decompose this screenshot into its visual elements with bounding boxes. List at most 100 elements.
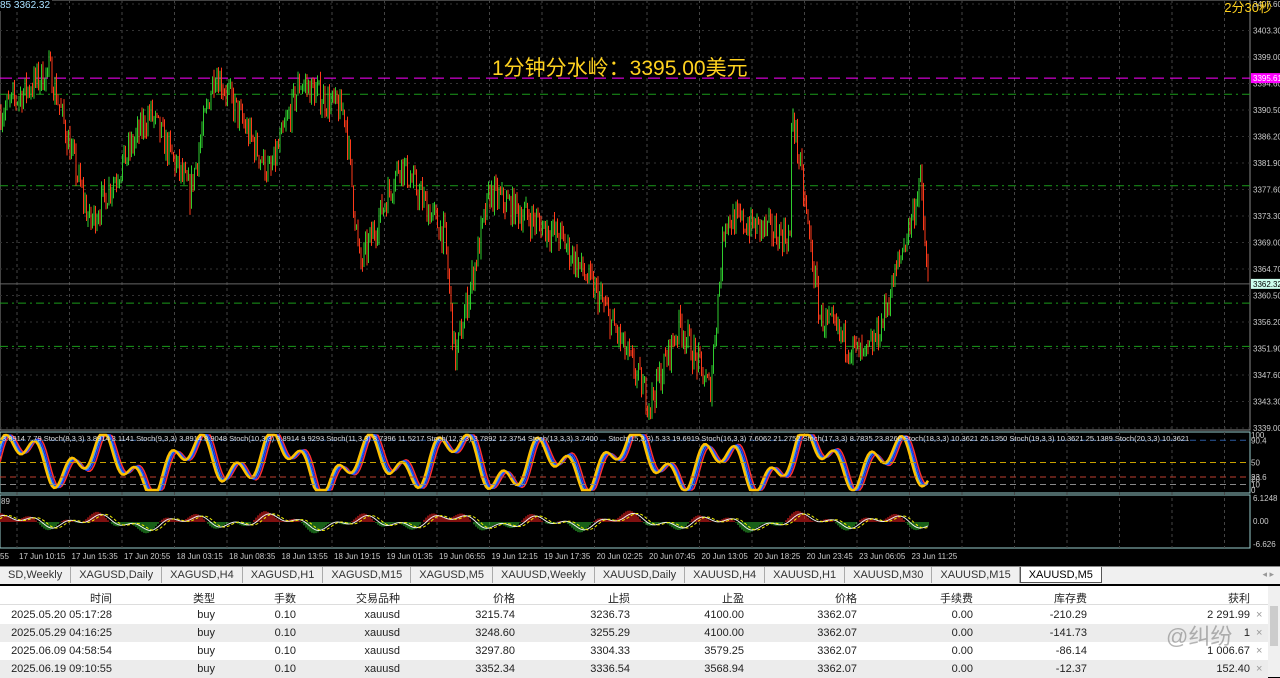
tab-xauusd-h1[interactable]: XAUUSD,H1 (765, 567, 846, 583)
table-cell: buy (197, 645, 215, 657)
price-tick: 3377.60 (1253, 186, 1280, 195)
price-tick: 3373.30 (1253, 212, 1280, 221)
time-tick: 20 Jun 07:45 (649, 552, 696, 561)
tab-xauusd-weekly[interactable]: XAUUSD,Weekly (493, 567, 595, 583)
table-cell: 3362.07 (817, 645, 857, 657)
table-cell: 4100.00 (704, 627, 744, 639)
table-row[interactable]: 2025.06.09 04:58:54 buy 0.10 xauusd 3297.80 3… (0, 642, 1268, 660)
stoch-labels: 3.8914 7.79 Stoch(8,3,3) 3.8914 3.1141 S… (2, 434, 1189, 443)
table-cell: buy (197, 627, 215, 639)
table-row[interactable]: 2025.05.20 05:17:28 buy 0.10 xauusd 3215.74 3… (0, 606, 1268, 624)
table-cell: 2025.05.29 04:16:25 (11, 627, 112, 639)
table-cell: xauusd (364, 609, 400, 621)
table-cell: 0.00 (951, 645, 973, 657)
time-tick: 19 Jun 06:55 (439, 552, 486, 561)
column-header[interactable]: 类型 (193, 590, 215, 606)
column-header[interactable]: 手数 (274, 590, 296, 606)
column-header[interactable]: 获利 (1228, 590, 1250, 606)
table-scrollbar[interactable] (1268, 586, 1280, 677)
column-header[interactable]: 价格 (493, 590, 515, 606)
table-cell: 3579.25 (704, 645, 744, 657)
tab-xauusd-m30[interactable]: XAUUSD,M30 (845, 567, 933, 583)
time-tick: 55 (0, 552, 9, 561)
table-cell: 0.10 (274, 645, 296, 657)
tab-xagusd-daily[interactable]: XAGUSD,Daily (71, 567, 163, 583)
time-tick: 20 Jun 23:45 (807, 552, 854, 561)
time-tick: 23 Jun 11:25 (912, 552, 958, 561)
tab-xauusd-daily[interactable]: XAUUSD,Daily (595, 567, 686, 583)
table-cell: 3248.60 (475, 627, 515, 639)
time-tick: 23 Jun 06:05 (859, 552, 906, 561)
stoch-tick: 50 (1251, 459, 1260, 468)
price-tick: 3351.90 (1253, 345, 1280, 354)
watermark: @纠纷 (1166, 624, 1233, 649)
level-price-label: 3395.61 (1253, 74, 1280, 83)
time-tick: 18 Jun 03:15 (177, 552, 224, 561)
table-cell: -12.37 (1055, 663, 1087, 675)
tab-xagusd-m5[interactable]: XAGUSD,M5 (411, 567, 494, 583)
time-tick: 18 Jun 19:15 (334, 552, 381, 561)
price-chart[interactable]: 3407.60 3403.30 3399.00 3394.60 3390.50 3386.… (0, 0, 1280, 562)
table-cell: xauusd (364, 663, 400, 675)
table-cell: 2025.06.19 09:10:55 (11, 663, 112, 675)
table-cell: 0.00 (951, 627, 973, 639)
table-cell: 0.10 (274, 627, 296, 639)
price-tick: 3381.90 (1253, 159, 1280, 168)
table-cell: 3336.54 (590, 663, 630, 675)
table-cell: 0.00 (951, 609, 973, 621)
time-tick: 20 Jun 18:25 (754, 552, 801, 561)
table-cell: -141.73 (1049, 627, 1087, 639)
price-tick: 3360.50 (1253, 292, 1280, 301)
close-position-icon[interactable]: × (1256, 627, 1262, 639)
time-tick: 20 Jun 13:05 (702, 552, 749, 561)
close-position-icon[interactable]: × (1256, 609, 1262, 621)
table-row[interactable]: 2025.05.29 04:16:25 buy 0.10 xauusd 3248.60 3… (0, 624, 1268, 642)
current-price-label: 3362.32 (1253, 280, 1280, 289)
table-cell: 3215.74 (475, 609, 515, 621)
column-header[interactable]: 手续费 (940, 590, 973, 606)
tab-xagusd-h4[interactable]: XAGUSD,H4 (162, 567, 243, 583)
column-header[interactable]: 止盈 (722, 590, 744, 606)
table-row[interactable]: 2025.06.19 09:10:55 buy 0.10 xauusd 3352.34 3… (0, 660, 1268, 678)
tab-xauusd-m5[interactable]: XAUUSD,M5 (1019, 567, 1102, 583)
time-tick: 18 Jun 08:35 (229, 552, 276, 561)
column-header[interactable]: 止损 (608, 590, 630, 606)
close-position-icon[interactable]: × (1256, 663, 1262, 675)
table-cell: 3362.07 (817, 609, 857, 621)
table-cell: 3362.07 (817, 627, 857, 639)
table-cell: xauusd (364, 627, 400, 639)
table-cell: 2025.05.20 05:17:28 (11, 609, 112, 621)
table-cell: 1 (1243, 627, 1250, 639)
table-cell: 3568.94 (704, 663, 744, 675)
table-cell: 3236.73 (590, 609, 630, 621)
time-tick: 18 Jun 13:55 (282, 552, 329, 561)
table-cell: buy (197, 663, 215, 675)
table-cell: 3362.07 (817, 663, 857, 675)
column-header[interactable]: 时间 (90, 590, 112, 606)
macd-label: 89 (1, 497, 10, 506)
table-cell: buy (197, 609, 215, 621)
chart-canvas[interactable]: 3407.603403.303399.003394.603390.503386.… (0, 0, 1280, 562)
table-cell: -210.29 (1049, 609, 1087, 621)
tab-xagusd-h1[interactable]: XAGUSD,H1 (243, 567, 324, 583)
table-cell: 3255.29 (590, 627, 630, 639)
table-cell: 152.40 (1216, 663, 1250, 675)
time-tick: 17 Jun 20:55 (124, 552, 171, 561)
table-cell: 0.10 (274, 609, 296, 621)
table-header: 时间 类型 手数 交易品种 价格 止损 止盈 价格 手续费 库存费 获利 (0, 586, 1268, 605)
tab-xauusd-m15[interactable]: XAUUSD,M15 (932, 567, 1020, 583)
column-header[interactable]: 库存费 (1054, 590, 1087, 606)
tab-scroll-arrows[interactable]: ◂ ▸ (1262, 569, 1274, 580)
time-tick: 17 Jun 15:35 (72, 552, 119, 561)
tab-xauusd-h4[interactable]: XAUUSD,H4 (685, 567, 766, 583)
close-position-icon[interactable]: × (1256, 645, 1262, 657)
tab-sd-weekly[interactable]: SD,Weekly (0, 567, 72, 583)
column-header[interactable]: 价格 (835, 590, 857, 606)
table-cell: -86.14 (1055, 645, 1087, 657)
table-cell: 0.10 (274, 663, 296, 675)
chart-tabs: SD,Weekly XAGUSD,Daily XAGUSD,H4 XAGUSD,H1 X… (0, 566, 1280, 584)
tab-xagusd-m15[interactable]: XAGUSD,M15 (323, 567, 412, 583)
column-header[interactable]: 交易品种 (356, 590, 400, 606)
time-tick: 19 Jun 17:35 (544, 552, 591, 561)
table-cell: 0.00 (951, 663, 973, 675)
